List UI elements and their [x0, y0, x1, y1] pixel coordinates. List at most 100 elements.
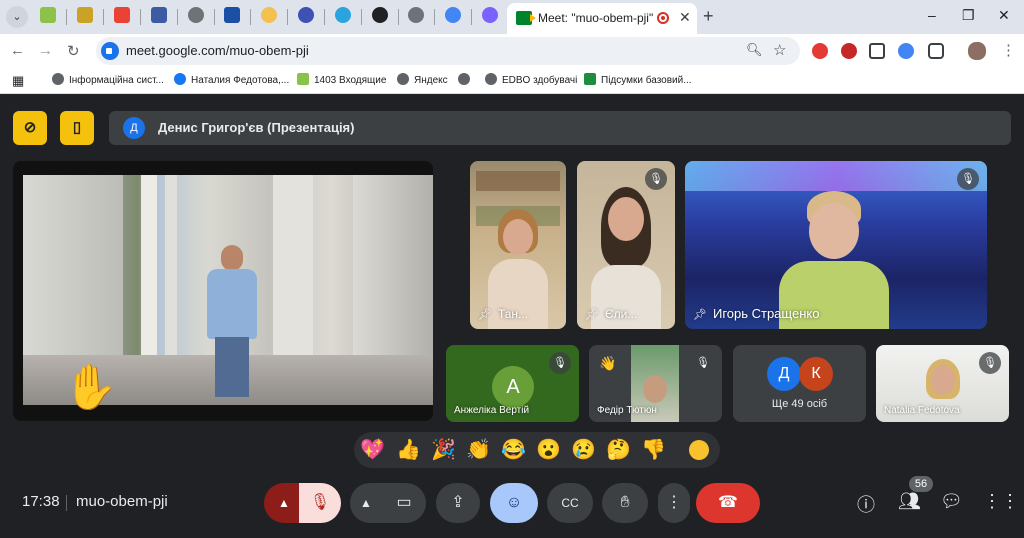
pinned-tab-5[interactable]: [188, 7, 204, 23]
muted-mic-icon: 🎙︎: [645, 168, 667, 190]
active-tab[interactable]: Meet: "muo-obem-pji" ✕: [507, 3, 697, 34]
hide-presentation-button[interactable]: ⊘: [13, 111, 47, 145]
tab-search-button[interactable]: ⌄: [6, 6, 28, 28]
extensions-puzzle-icon[interactable]: [928, 43, 944, 59]
mail-icon: [297, 73, 309, 85]
presenter-label: Денис Григор'єв (Презентація): [158, 120, 355, 135]
meeting-time: 17:38: [22, 493, 60, 510]
reaction-clap-button[interactable]: 👏: [466, 437, 491, 462]
bookmark-3[interactable]: 1403 Входящие: [297, 73, 386, 89]
pinned-tab-gmail[interactable]: [114, 7, 130, 23]
reload-button[interactable]: ↻: [67, 42, 80, 60]
url-text[interactable]: meet.google.com/muo-obem-pji: [126, 43, 309, 58]
more-participants-label: Ще 49 осіб: [771, 398, 828, 410]
participant-tile-5[interactable]: 👋 🎙︎ Федір Тютюн: [589, 345, 722, 422]
participant-name: Игорь Стращенко: [712, 306, 820, 321]
more-options-button[interactable]: ⋮: [658, 483, 690, 523]
participant-tile-4[interactable]: А 🎙︎ Анжеліка Вертій: [446, 345, 579, 422]
pinned-tab-8[interactable]: [298, 7, 314, 23]
bookmark-1[interactable]: Інформаційна сист...: [52, 73, 164, 89]
pinned-tab-4[interactable]: [151, 7, 167, 23]
maximize-button[interactable]: ❐: [962, 7, 975, 24]
participant-tile-2[interactable]: 🎙︎ 📌︎ Єли...: [577, 161, 675, 329]
reactions-button[interactable]: ☺: [490, 483, 538, 523]
bookmark-star-icon[interactable]: ☆: [773, 41, 786, 59]
browser-toolbar: ← → ↻ meet.google.com/muo-obem-pji 🔍︎ ☆ …: [0, 34, 1024, 68]
participant-tile-3[interactable]: 🎙︎ 📌︎ Игорь Стращенко: [685, 161, 987, 329]
meeting-info-icon[interactable]: ⓘ: [857, 491, 875, 517]
minimize-button[interactable]: –: [928, 7, 936, 23]
reaction-laugh-button[interactable]: 😂: [501, 437, 526, 462]
browser-menu-icon[interactable]: ⋮: [1001, 41, 1016, 59]
meet-favicon-icon: [516, 11, 536, 25]
reaction-thumbs-up-button[interactable]: 👍: [396, 437, 421, 462]
pinned-tab-gemini[interactable]: [482, 7, 498, 23]
pin-icon[interactable]: 📌︎: [585, 309, 599, 321]
pin-icon[interactable]: 📌︎: [478, 309, 492, 321]
address-bar[interactable]: meet.google.com/muo-obem-pji 🔍︎ ☆: [96, 37, 800, 65]
participant-name: Natalia Fedotova: [884, 405, 960, 416]
pinned-tab-telegram[interactable]: [335, 7, 351, 23]
pinned-tab-10[interactable]: [372, 7, 388, 23]
camera-button[interactable]: ▭: [382, 483, 426, 523]
pinned-tab-2[interactable]: [77, 7, 93, 23]
extension-blue-icon[interactable]: [898, 43, 914, 59]
pinned-tab-6[interactable]: [224, 7, 240, 23]
new-tab-button[interactable]: +: [703, 6, 714, 27]
close-window-button[interactable]: ✕: [998, 7, 1010, 24]
pinned-tab-7[interactable]: [261, 7, 277, 23]
raised-hand-icon: ✋: [63, 363, 118, 412]
meeting-code: muo-obem-pji: [76, 493, 168, 510]
participant-tile-1[interactable]: 📌︎ Тан...: [470, 161, 566, 329]
bookmark-2[interactable]: Наталия Федотова,...: [174, 73, 289, 89]
participant-tile-6[interactable]: 🎙︎ Natalia Fedotova: [876, 345, 1009, 422]
pinned-tab-1[interactable]: [40, 7, 56, 23]
more-participants-tile[interactable]: Д К Ще 49 осіб: [733, 345, 866, 422]
site-info-icon[interactable]: [101, 42, 119, 60]
forward-button[interactable]: →: [38, 42, 53, 59]
globe-icon: [397, 73, 409, 85]
bookmark-4[interactable]: Яндекс: [397, 73, 448, 89]
profile-avatar[interactable]: [968, 42, 986, 60]
mic-off-button[interactable]: 🎙︎: [299, 483, 341, 523]
participant-name: Федір Тютюн: [597, 405, 657, 416]
muted-mic-icon: 🎙︎: [692, 352, 714, 374]
reaction-sad-button[interactable]: 😢: [571, 437, 596, 462]
bookmark-7[interactable]: Підсумки базовий...: [584, 73, 692, 89]
presenter-bar: Д Денис Григор'єв (Презентація): [109, 111, 1011, 145]
reaction-heart-button[interactable]: 💖: [360, 437, 385, 462]
globe-icon: [52, 73, 64, 85]
people-icon[interactable]: 👥︎: [898, 491, 921, 512]
extension-red-icon[interactable]: [841, 43, 857, 59]
meet-stage: ⊘ ▯ Д Денис Григор'єв (Презентація) ✋ 📌︎: [0, 95, 1024, 538]
captions-button[interactable]: CC: [547, 483, 593, 523]
presentation-view[interactable]: ✋: [13, 161, 433, 421]
bookmark-6[interactable]: EDBO здобувачі: [485, 73, 577, 89]
apps-grid-icon[interactable]: ▦: [12, 73, 24, 89]
chat-icon[interactable]: 💬︎: [940, 491, 963, 512]
close-tab-icon[interactable]: ✕: [679, 9, 691, 26]
back-button[interactable]: ←: [10, 42, 25, 59]
pinned-tab-google[interactable]: [445, 7, 461, 23]
screenshot-extension-icon[interactable]: [869, 43, 885, 59]
reaction-surprised-button[interactable]: 😮: [536, 437, 561, 462]
leave-call-button[interactable]: ☎︎: [696, 483, 760, 523]
plus-sheet-icon: [584, 73, 596, 85]
zoom-icon[interactable]: 🔍︎: [746, 42, 763, 58]
activities-icon[interactable]: ⋮⋮: [983, 491, 1019, 512]
raise-hand-button[interactable]: ✋︎: [602, 483, 648, 523]
participant-name: Єли...: [604, 307, 638, 321]
leave-presentation-button[interactable]: ▯: [60, 111, 94, 145]
pin-icon[interactable]: 📌︎: [693, 309, 707, 321]
reaction-party-button[interactable]: 🎉: [431, 437, 456, 462]
pinned-tab-11[interactable]: [408, 7, 424, 23]
reaction-thumbs-down-button[interactable]: 👎: [641, 437, 666, 462]
video-options-button[interactable]: ▲: [350, 483, 382, 523]
reaction-thinking-button[interactable]: 🤔: [606, 437, 631, 462]
present-screen-button[interactable]: ⇪: [436, 483, 480, 523]
adblock-icon[interactable]: [812, 43, 828, 59]
skin-tone-selector[interactable]: [689, 440, 709, 460]
audio-options-button[interactable]: ▲: [264, 483, 304, 523]
bookmark-5[interactable]: [458, 73, 475, 89]
globe-icon: [458, 73, 470, 85]
